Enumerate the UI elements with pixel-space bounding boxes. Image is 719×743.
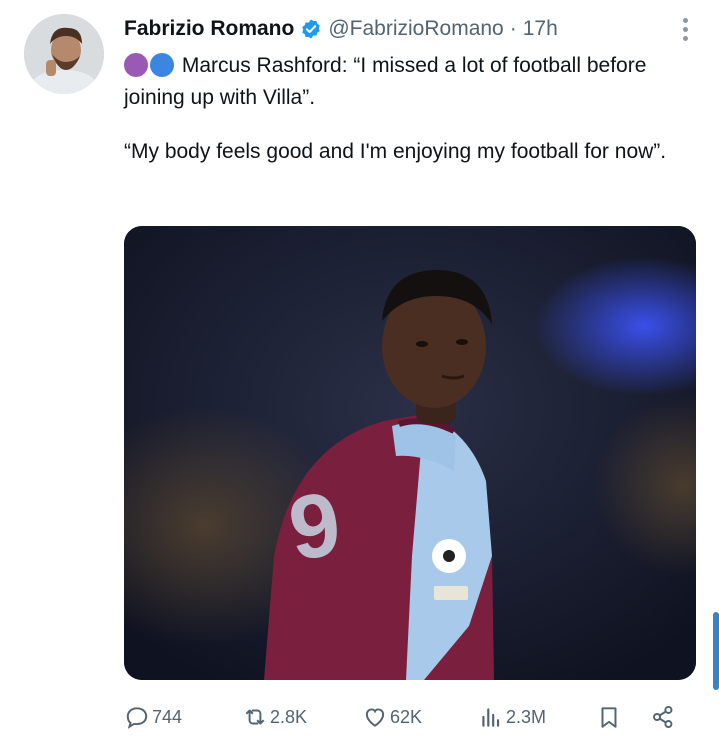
repost-icon — [245, 709, 265, 725]
verified-badge-icon — [302, 19, 321, 39]
reply-count: 744 — [152, 706, 183, 727]
more-options-icon[interactable] — [681, 18, 689, 42]
tweet-header: Fabrizio Romano @FabrizioRomano · 17h — [124, 14, 689, 44]
separator-dot: · — [509, 17, 517, 40]
like-count: 62K — [390, 706, 423, 727]
tweet-paragraph-1: Marcus Rashford: “I missed a lot of foot… — [124, 50, 684, 114]
tweet-text: Marcus Rashford: “I missed a lot of foot… — [124, 50, 684, 168]
views-icon — [482, 708, 500, 727]
reply-button[interactable]: 744 — [124, 704, 182, 730]
tweet-line-1: Marcus Rashford: “I missed a lot of foot… — [124, 54, 647, 109]
tweet-actions: 744 2.8K 62K 2.3M — [124, 700, 684, 736]
bookmark-icon — [601, 707, 617, 728]
views-button[interactable]: 2.3M — [478, 704, 546, 730]
purple-circle-icon — [124, 53, 148, 77]
tweet-photo[interactable]: 9 — [124, 226, 696, 680]
bookmark-button[interactable] — [596, 704, 624, 730]
scrollbar[interactable] — [713, 612, 719, 690]
author-avatar[interactable] — [24, 14, 104, 94]
views-count: 2.3M — [506, 706, 547, 727]
author-handle[interactable]: @FabrizioRomano — [328, 17, 503, 41]
repost-count: 2.8K — [270, 706, 308, 727]
heart-icon — [365, 708, 385, 727]
blue-circle-icon — [150, 53, 174, 77]
avatar-image — [24, 14, 104, 94]
author-name[interactable]: Fabrizio Romano — [124, 17, 294, 41]
player-photo-image: 9 — [124, 226, 696, 680]
like-button[interactable]: 62K — [362, 704, 422, 730]
tweet-timestamp[interactable]: 17h — [523, 17, 558, 41]
share-button[interactable] — [650, 704, 678, 730]
repost-button[interactable]: 2.8K — [242, 704, 307, 730]
reply-icon — [126, 707, 148, 729]
share-icon — [653, 705, 673, 729]
tweet-paragraph-2: “My body feels good and I'm enjoying my … — [124, 140, 667, 163]
